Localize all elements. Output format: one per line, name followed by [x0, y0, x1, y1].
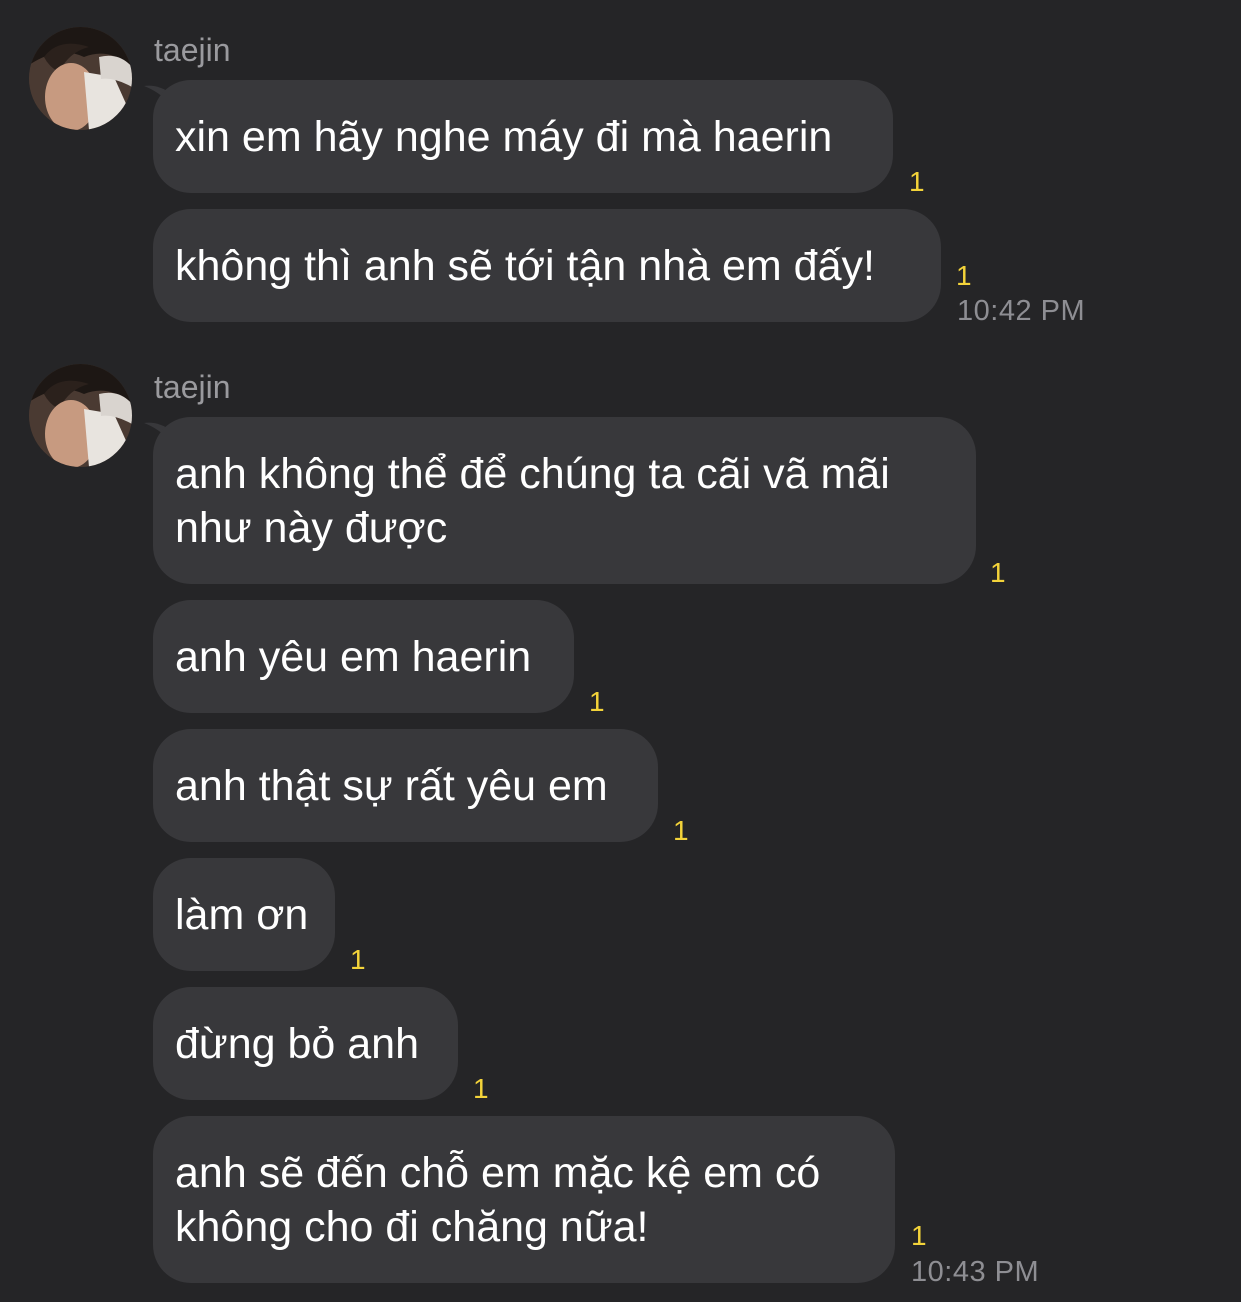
message-bubble[interactable]: không thì anh sẽ tới tận nhà em đấy!: [153, 209, 941, 322]
sender-name: taejin: [154, 369, 231, 405]
message-text: anh yêu em haerin: [175, 632, 532, 681]
message-text: xin em hãy nghe máy đi mà haerin: [175, 112, 833, 161]
message-text: làm ơn: [175, 890, 309, 939]
message-bubble[interactable]: làm ơn: [153, 858, 335, 971]
avatar[interactable]: [29, 364, 132, 467]
message-timestamp: 10:42 PM: [957, 295, 1086, 327]
message-text: anh không thể để chúng ta cãi vã mãi như…: [175, 449, 890, 552]
unread-count: 1: [990, 557, 1006, 588]
unread-count: 1: [589, 686, 605, 717]
chat-view: taejin xin em hãy nghe máy đi mà haerin …: [0, 0, 1241, 1302]
unread-count: 1: [911, 1220, 927, 1251]
message-text: đừng bỏ anh: [175, 1019, 419, 1068]
avatar[interactable]: [29, 27, 132, 130]
message-bubble[interactable]: xin em hãy nghe máy đi mà haerin: [153, 80, 893, 193]
message-bubble[interactable]: anh không thể để chúng ta cãi vã mãi như…: [153, 417, 976, 584]
unread-count: 1: [673, 815, 689, 846]
message-bubble[interactable]: anh yêu em haerin: [153, 600, 574, 713]
message-bubble[interactable]: anh sẽ đến chỗ em mặc kệ em có không cho…: [153, 1116, 895, 1283]
profile-photo-icon: [29, 364, 132, 467]
sender-name: taejin: [154, 32, 231, 68]
message-text: không thì anh sẽ tới tận nhà em đấy!: [175, 241, 875, 290]
message-timestamp: 10:43 PM: [911, 1256, 1040, 1288]
unread-count: 1: [473, 1073, 489, 1104]
unread-count: 1: [956, 260, 972, 291]
unread-count: 1: [350, 944, 366, 975]
message-bubble[interactable]: đừng bỏ anh: [153, 987, 458, 1100]
message-text: anh sẽ đến chỗ em mặc kệ em có không cho…: [175, 1148, 821, 1251]
profile-photo-icon: [29, 27, 132, 130]
message-text: anh thật sự rất yêu em: [175, 761, 608, 810]
message-bubble[interactable]: anh thật sự rất yêu em: [153, 729, 658, 842]
unread-count: 1: [909, 166, 925, 197]
